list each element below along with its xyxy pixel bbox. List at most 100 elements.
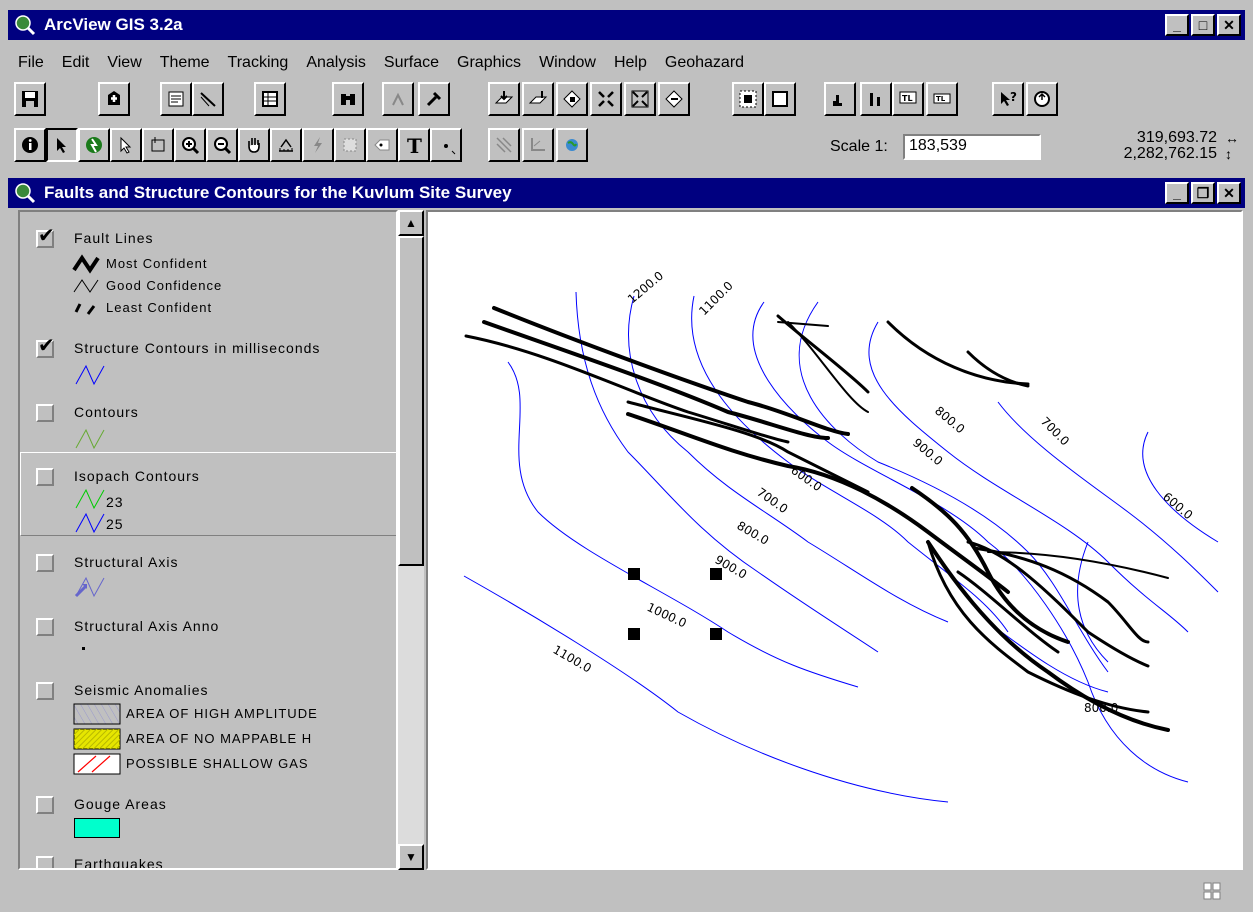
pan-hand-icon[interactable]: [238, 128, 270, 162]
coord-x: 319,693.72: [1136, 129, 1217, 146]
scale-input[interactable]: 183,539: [903, 134, 1041, 160]
text-label-icon[interactable]: TL: [892, 82, 924, 116]
edit-legend-icon[interactable]: [192, 82, 224, 116]
contour-label: 700.0: [1038, 414, 1072, 448]
measure-icon[interactable]: [270, 128, 302, 162]
theme-name-structure-contours[interactable]: Structure Contours in milliseconds: [74, 340, 320, 356]
zoom-out-fixed-icon[interactable]: [624, 82, 656, 116]
select-feature-icon[interactable]: [142, 128, 174, 162]
zoom-to-full-extent-icon[interactable]: [488, 82, 520, 116]
theme-name-contours[interactable]: Contours: [74, 404, 139, 420]
theme-properties-icon[interactable]: [160, 82, 192, 116]
contour-label: 1100.0: [696, 279, 736, 319]
globe-icon[interactable]: [556, 128, 588, 162]
minimize-button[interactable]: _: [1165, 14, 1189, 36]
snap-icon[interactable]: [488, 128, 520, 162]
anno-point-symbol: [82, 647, 85, 650]
menu-window[interactable]: Window: [539, 54, 596, 72]
structural-axis-symbol: [74, 576, 105, 598]
select-features-icon[interactable]: [732, 82, 764, 116]
locate-address-icon[interactable]: [382, 82, 414, 116]
menu-edit[interactable]: Edit: [62, 54, 90, 72]
survey-marker: [710, 568, 722, 580]
contour-800-b: [798, 301, 1109, 673]
hotlink-bolt-icon[interactable]: [302, 128, 334, 162]
chart-icon[interactable]: [860, 82, 892, 116]
theme-checkbox-fault-lines[interactable]: [36, 229, 55, 248]
query-builder-icon[interactable]: [418, 82, 450, 116]
theme-name-seismic-anomalies[interactable]: Seismic Anomalies: [74, 682, 209, 698]
theme-checkbox-isopach-contours[interactable]: [36, 468, 54, 486]
theme-name-structural-axis-anno[interactable]: Structural Axis Anno: [74, 618, 219, 634]
zoom-in-icon[interactable]: [174, 128, 206, 162]
legend-shallow-gas: POSSIBLE SHALLOW GAS: [126, 756, 309, 771]
menu-tracking[interactable]: Tracking: [228, 54, 289, 72]
remove-labels-icon[interactable]: TL: [926, 82, 958, 116]
zoom-to-themes-icon[interactable]: [522, 82, 554, 116]
menu-view[interactable]: View: [107, 54, 141, 72]
menu-graphics[interactable]: Graphics: [457, 54, 521, 72]
scroll-thumb[interactable]: [398, 236, 424, 566]
scroll-up-icon[interactable]: ▲: [398, 210, 424, 236]
theme-checkbox-gouge-areas[interactable]: [36, 796, 54, 814]
zoom-in-fixed-icon[interactable]: [590, 82, 622, 116]
theme-checkbox-contours[interactable]: [36, 404, 54, 422]
view-restore-button[interactable]: ❐: [1191, 182, 1215, 204]
draw-point-icon[interactable]: [430, 128, 462, 162]
contour-700-a: [691, 295, 1009, 633]
system-icon[interactable]: [1026, 82, 1058, 116]
find-binoculars-icon[interactable]: [332, 82, 364, 116]
fault-lines: [464, 306, 1170, 732]
menu-file[interactable]: File: [18, 54, 44, 72]
open-table-icon[interactable]: [254, 82, 286, 116]
legend-no-mappable: AREA OF NO MAPPABLE H: [126, 731, 313, 746]
view-minimize-button[interactable]: _: [1165, 182, 1189, 204]
theme-name-structural-axis[interactable]: Structural Axis: [74, 554, 178, 570]
maximize-button[interactable]: □: [1191, 14, 1215, 36]
vertex-edit-icon[interactable]: [110, 128, 142, 162]
menu-surface[interactable]: Surface: [384, 54, 439, 72]
histogram-icon[interactable]: [824, 82, 856, 116]
theme-name-isopach-contours[interactable]: Isopach Contours: [74, 468, 200, 484]
coordinate-arrows-icon: ↔ ↕: [1225, 130, 1239, 162]
legend-isopach-25: 25: [106, 516, 124, 532]
help-pointer-icon[interactable]: ?: [992, 82, 1024, 116]
text-tool-icon[interactable]: T: [398, 128, 430, 162]
clear-selected-icon[interactable]: [764, 82, 796, 116]
menu-theme[interactable]: Theme: [160, 54, 210, 72]
save-icon[interactable]: [14, 82, 46, 116]
theme-checkbox-seismic-anomalies[interactable]: [36, 682, 54, 700]
add-theme-icon[interactable]: [98, 82, 130, 116]
menu-help[interactable]: Help: [614, 54, 647, 72]
zoom-out-icon[interactable]: [206, 128, 238, 162]
close-button[interactable]: ✕: [1217, 14, 1241, 36]
theme-checkbox-structure-contours[interactable]: [36, 339, 55, 358]
map-canvas[interactable]: 1200.0 1100.0 800.0 900.0 700.0 600.0 70…: [428, 212, 1241, 868]
theme-name-fault-lines[interactable]: Fault Lines: [74, 230, 153, 246]
label-tool-icon[interactable]: [366, 128, 398, 162]
split-icon[interactable]: [522, 128, 554, 162]
map-display[interactable]: 1200.0 1100.0 800.0 900.0 700.0 600.0 70…: [426, 210, 1243, 870]
zoom-to-selected-icon[interactable]: [556, 82, 588, 116]
theme-checkbox-structural-axis[interactable]: [36, 554, 54, 572]
zoom-previous-icon[interactable]: [658, 82, 690, 116]
toc-scrollbar[interactable]: ▲ ▼: [398, 210, 424, 870]
scroll-down-icon[interactable]: ▼: [398, 844, 424, 870]
theme-name-earthquakes[interactable]: Earthquakes: [74, 856, 164, 868]
theme-checkbox-earthquakes[interactable]: [36, 856, 54, 868]
view-close-button[interactable]: ✕: [1217, 182, 1241, 204]
area-of-interest-icon[interactable]: [334, 128, 366, 162]
view-title-bar: Faults and Structure Contours for the Ku…: [8, 178, 1245, 208]
svg-text:TL: TL: [936, 95, 946, 103]
contour-symbol: [75, 428, 105, 450]
theme-name-gouge-areas[interactable]: Gouge Areas: [74, 796, 167, 812]
contour-label: 800.0: [932, 404, 967, 437]
contour-label: 1100.0: [551, 642, 594, 675]
menu-geohazard[interactable]: Geohazard: [665, 54, 744, 72]
menu-analysis[interactable]: Analysis: [306, 54, 366, 72]
theme-checkbox-structural-axis-anno[interactable]: [36, 618, 54, 636]
pointer-icon[interactable]: [46, 128, 78, 162]
hotlink-icon[interactable]: [78, 128, 110, 162]
identify-icon[interactable]: [14, 128, 46, 162]
contour-1100-lower: [463, 575, 949, 803]
